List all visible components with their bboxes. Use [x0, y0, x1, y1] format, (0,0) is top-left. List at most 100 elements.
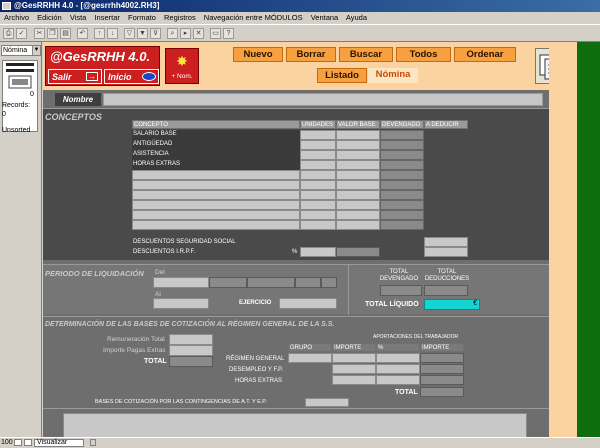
regimen-grupo-field[interactable]	[288, 353, 332, 363]
valor-base-cell[interactable]	[336, 140, 380, 150]
spellcheck-icon[interactable]: ✓	[16, 28, 27, 39]
valor-base-cell[interactable]	[336, 170, 380, 180]
sort-desc-icon[interactable]: ↓	[107, 28, 118, 39]
buscar-button[interactable]: Buscar	[339, 47, 393, 62]
filter-form-icon[interactable]: ▼	[137, 28, 148, 39]
al-field[interactable]	[153, 298, 209, 309]
desempleo-pct-field[interactable]	[376, 364, 420, 374]
total-liquido-field[interactable]: €	[424, 299, 480, 310]
concept-input[interactable]	[132, 190, 300, 200]
menu-formato[interactable]: Formato	[128, 13, 156, 22]
new-record-icon[interactable]: ▸	[180, 28, 191, 39]
inicio-button[interactable]: Inicio	[104, 69, 159, 84]
menu-vista[interactable]: Vista	[70, 13, 87, 22]
menu-navegacion[interactable]: Navegación entre MÓDULOS	[204, 13, 303, 22]
salir-button[interactable]: Salir →	[48, 69, 102, 84]
sort-asc-icon[interactable]: ↑	[94, 28, 105, 39]
devengado-cell[interactable]	[380, 210, 424, 220]
delete-record-icon[interactable]: ✕	[193, 28, 204, 39]
add-nomina-button[interactable]: ✸ + Nom.	[165, 48, 199, 84]
bases-total2-field[interactable]	[420, 387, 464, 397]
ordenar-button[interactable]: Ordenar	[454, 47, 516, 62]
window-icon[interactable]: ▭	[210, 28, 221, 39]
contingencias-field[interactable]	[305, 398, 349, 407]
unidades-cell[interactable]	[300, 170, 336, 180]
unidades-cell[interactable]	[300, 220, 336, 230]
valor-base-cell[interactable]	[336, 190, 380, 200]
devengado-cell[interactable]	[380, 190, 424, 200]
concept-input[interactable]	[132, 180, 300, 190]
devengado-cell[interactable]	[380, 150, 424, 160]
borrar-button[interactable]: Borrar	[286, 47, 336, 62]
devengado-cell[interactable]	[380, 200, 424, 210]
nombre-field[interactable]	[103, 93, 543, 106]
apply-filter-icon[interactable]: ⊽	[150, 28, 161, 39]
concept-input[interactable]	[132, 220, 300, 230]
del-day-field[interactable]	[209, 277, 247, 288]
menu-registros[interactable]: Registros	[164, 13, 196, 22]
valor-base-cell[interactable]	[336, 220, 380, 230]
notes-field[interactable]	[63, 413, 527, 440]
valor-base-cell[interactable]	[336, 180, 380, 190]
valor-base-cell[interactable]	[336, 150, 380, 160]
zoom-down-icon[interactable]	[14, 439, 22, 446]
view-mode[interactable]: Visualizar	[34, 439, 84, 447]
bases-total-field[interactable]	[169, 356, 213, 367]
ejercicio-field[interactable]	[279, 298, 337, 309]
devengado-cell[interactable]	[380, 160, 424, 170]
irpf-deducir-field[interactable]	[424, 247, 468, 257]
del-year-field[interactable]	[295, 277, 321, 288]
unidades-cell[interactable]	[300, 210, 336, 220]
desempleo-importe-field[interactable]	[332, 364, 376, 374]
valor-base-cell[interactable]	[336, 210, 380, 220]
irpf-base-field[interactable]	[336, 247, 380, 257]
tab-listado[interactable]: Listado	[317, 68, 367, 83]
cut-icon[interactable]: ✂	[34, 28, 45, 39]
menu-ayuda[interactable]: Ayuda	[346, 13, 367, 22]
chevron-down-icon[interactable]: ▼	[32, 46, 40, 55]
devengado-cell[interactable]	[380, 170, 424, 180]
menu-edicion[interactable]: Edición	[37, 13, 62, 22]
valor-base-cell[interactable]	[336, 130, 380, 140]
menu-archivo[interactable]: Archivo	[4, 13, 29, 22]
menu-ventana[interactable]: Ventana	[311, 13, 339, 22]
devengado-cell[interactable]	[380, 180, 424, 190]
total-deducciones-field[interactable]	[424, 285, 468, 296]
nuevo-button[interactable]: Nuevo	[233, 47, 283, 62]
devengado-cell[interactable]	[380, 220, 424, 230]
status-arrow-icon[interactable]	[90, 439, 96, 446]
horas-importe2-field[interactable]	[420, 375, 464, 385]
regimen-pct-field[interactable]	[376, 353, 420, 363]
help-icon[interactable]: ?	[223, 28, 234, 39]
valor-base-cell[interactable]	[336, 200, 380, 210]
total-devengado-field[interactable]	[380, 285, 422, 296]
copy-icon[interactable]: ❐	[47, 28, 58, 39]
rem-total-field[interactable]	[169, 334, 213, 345]
unidades-cell[interactable]	[300, 200, 336, 210]
concept-input[interactable]	[132, 200, 300, 210]
del-extra-field[interactable]	[321, 277, 337, 288]
unidades-cell[interactable]	[300, 150, 336, 160]
horas-importe-field[interactable]	[332, 375, 376, 385]
find-icon[interactable]: ⌕	[167, 28, 178, 39]
regimen-importe2-field[interactable]	[420, 353, 464, 363]
todos-button[interactable]: Todos	[396, 47, 451, 62]
irpf-percent-field[interactable]	[300, 247, 336, 257]
form-select[interactable]: Nómina ▼	[1, 45, 41, 56]
devengado-cell[interactable]	[380, 130, 424, 140]
filter-icon[interactable]: ▽	[124, 28, 135, 39]
desc-ss-field[interactable]	[424, 237, 468, 247]
tab-nomina[interactable]: Nómina	[368, 68, 418, 83]
valor-base-cell[interactable]	[336, 160, 380, 170]
del-field[interactable]	[153, 277, 209, 288]
concept-input[interactable]	[132, 210, 300, 220]
del-month-field[interactable]	[247, 277, 295, 288]
unidades-cell[interactable]	[300, 140, 336, 150]
desempleo-importe2-field[interactable]	[420, 364, 464, 374]
menu-insertar[interactable]: Insertar	[94, 13, 119, 22]
concept-input[interactable]	[132, 170, 300, 180]
unidades-cell[interactable]	[300, 190, 336, 200]
devengado-cell[interactable]	[380, 140, 424, 150]
unidades-cell[interactable]	[300, 180, 336, 190]
horas-pct-field[interactable]	[376, 375, 420, 385]
